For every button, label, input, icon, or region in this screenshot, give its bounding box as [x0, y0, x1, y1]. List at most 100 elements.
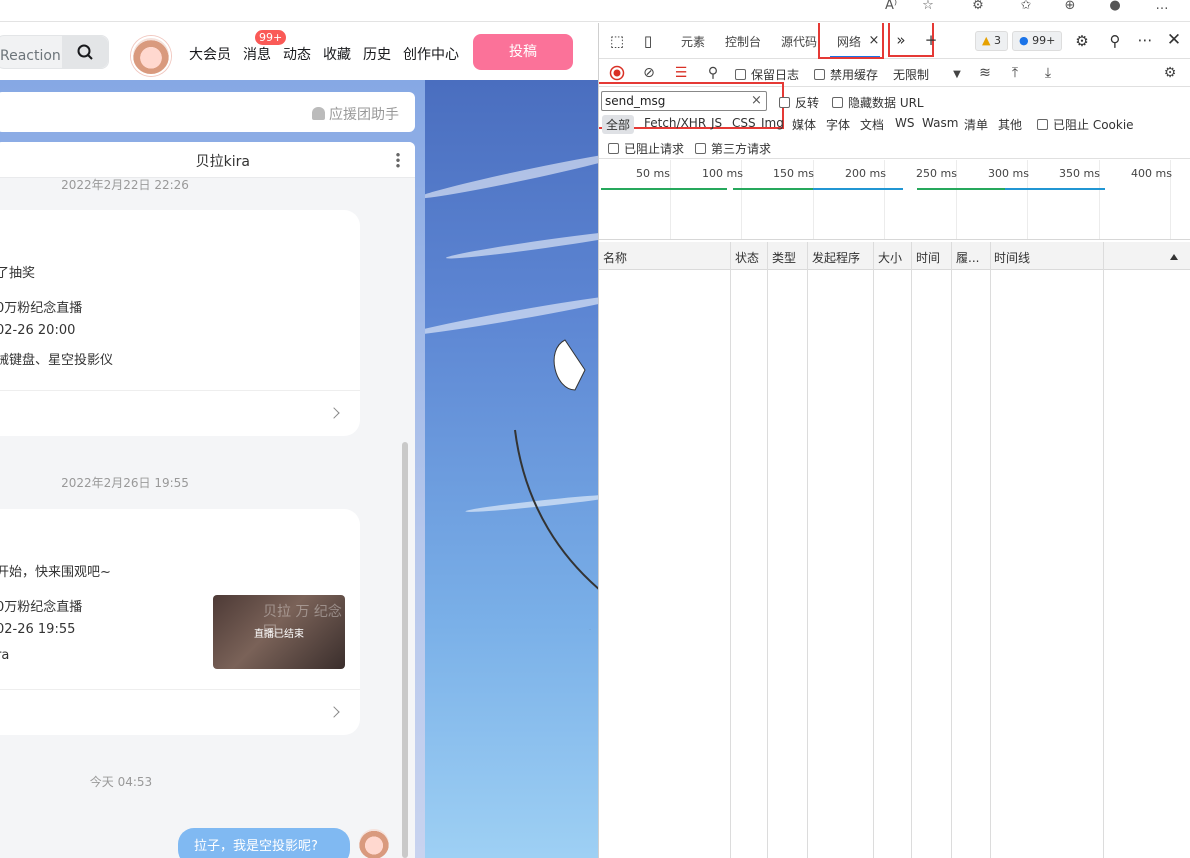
- nav-messages[interactable]: 消息: [243, 44, 271, 64]
- add-favorite-icon[interactable]: ☆: [917, 0, 939, 14]
- type-filter-ws[interactable]: WS: [895, 116, 914, 130]
- checkbox-label: 禁用缓存: [830, 68, 879, 82]
- column-time[interactable]: 时间: [916, 249, 940, 266]
- nav-creator-center[interactable]: 创作中心: [403, 44, 459, 64]
- timeline-bar: [601, 188, 727, 190]
- tab-console[interactable]: 控制台: [725, 33, 761, 50]
- chevron-right-icon[interactable]: [328, 706, 340, 718]
- network-settings-icon[interactable]: ⚙: [1161, 65, 1179, 81]
- my-avatar[interactable]: [359, 829, 389, 858]
- checkbox-box: [779, 97, 790, 108]
- message-card: 了抽奖 0万粉纪念直播 02-26 20:00 械键盘、星空投影仪: [0, 210, 360, 436]
- card-line: 械键盘、星空投影仪: [0, 353, 114, 368]
- column-type[interactable]: 类型: [772, 249, 796, 266]
- more-icon[interactable]: …: [1151, 0, 1173, 14]
- type-filter-other[interactable]: 其他: [998, 116, 1022, 133]
- checkbox-label: 反转: [795, 96, 820, 110]
- request-table-header: 名称 状态 类型 发起程序 大小 时间 履... 时间线: [599, 242, 1190, 270]
- warning-icon: ▲: [982, 34, 991, 47]
- favorites-icon[interactable]: ✩: [1015, 0, 1037, 14]
- timeline-label: 50 ms: [636, 167, 670, 180]
- profile-icon[interactable]: ●: [1104, 0, 1126, 14]
- nav-favorites[interactable]: 收藏: [323, 44, 351, 64]
- dropdown-arrow-icon[interactable]: ▼: [948, 67, 966, 83]
- disable-cache-checkbox[interactable]: 禁用缓存: [814, 66, 878, 83]
- live-thumbnail[interactable]: 贝拉 万 纪念回 直播已结束: [213, 595, 345, 669]
- download-icon[interactable]: ⤓: [1039, 65, 1057, 81]
- column-fulfilled[interactable]: 履...: [956, 249, 979, 266]
- type-filter-media[interactable]: 媒体: [792, 116, 816, 133]
- invert-checkbox[interactable]: 反转: [779, 94, 819, 111]
- thumbnail-label: 直播已结束: [254, 629, 304, 640]
- type-filter-css[interactable]: CSS: [732, 116, 756, 130]
- card-line: 0万粉纪念直播: [0, 600, 83, 615]
- extensions-icon[interactable]: ⚙: [967, 0, 989, 14]
- third-party-checkbox[interactable]: 第三方请求: [695, 140, 771, 157]
- browser-toolbar: A⁾ ☆ ⚙ ✩ ⊕ ● …: [0, 0, 1190, 22]
- add-tab-icon[interactable]: +: [921, 32, 941, 48]
- inspect-element-icon[interactable]: ⬚: [608, 33, 626, 49]
- customize-icon[interactable]: ⚲: [1106, 33, 1124, 49]
- filter-icon[interactable]: ☰: [672, 65, 690, 81]
- sort-ascending-icon[interactable]: [1170, 254, 1178, 260]
- preserve-log-checkbox[interactable]: 保留日志: [735, 66, 799, 83]
- type-filter-doc[interactable]: 文档: [860, 116, 884, 133]
- blocked-requests-checkbox[interactable]: 已阻止请求: [608, 140, 684, 157]
- type-filter-img[interactable]: Img: [761, 116, 784, 130]
- type-filter-wasm[interactable]: Wasm: [922, 116, 958, 130]
- device-emulation-icon[interactable]: ▯: [639, 33, 657, 49]
- filter-bar: send_msg × 反转 隐藏数据 URL 全部 Fetch/XHR JS C…: [599, 82, 1190, 159]
- type-filter-js[interactable]: JS: [711, 116, 722, 130]
- search-icon: [77, 44, 93, 60]
- tab-elements[interactable]: 元素: [681, 33, 705, 50]
- divider: [0, 689, 360, 690]
- type-filter-fetch-xhr[interactable]: Fetch/XHR: [644, 116, 706, 130]
- message-timestamp: 2022年2月22日 22:26: [61, 178, 189, 192]
- type-filter-font[interactable]: 字体: [826, 116, 850, 133]
- throttle-select[interactable]: 无限制: [893, 66, 929, 83]
- read-aloud-icon[interactable]: A⁾: [880, 0, 902, 14]
- more-options-icon[interactable]: [396, 152, 400, 168]
- more-options-icon[interactable]: ⋯: [1136, 32, 1154, 48]
- assistant-label: 应援团助手: [312, 104, 399, 124]
- messages-badge[interactable]: ● 99+: [1012, 31, 1063, 51]
- checkbox-box: [1037, 119, 1048, 130]
- nav-vip[interactable]: 大会员: [189, 44, 231, 64]
- search-button[interactable]: [62, 36, 108, 68]
- column-initiator[interactable]: 发起程序: [812, 249, 860, 266]
- overview-timeline[interactable]: 50 ms 100 ms 150 ms 200 ms 250 ms 300 ms…: [599, 160, 1190, 240]
- nav-dynamics[interactable]: 动态: [283, 44, 311, 64]
- type-filter-all[interactable]: 全部: [602, 115, 635, 134]
- request-table: 名称 状态 类型 发起程序 大小 时间 履... 时间线: [599, 242, 1190, 858]
- chat-scrollbar[interactable]: [402, 442, 408, 858]
- column-name[interactable]: 名称: [603, 249, 627, 266]
- close-devtools-icon[interactable]: ✕: [1165, 32, 1183, 49]
- user-avatar[interactable]: [131, 36, 171, 76]
- timeline-label: 100 ms: [702, 167, 743, 180]
- post-button[interactable]: 投稿: [473, 34, 573, 70]
- collections-icon[interactable]: ⊕: [1059, 0, 1081, 14]
- card-line: 02-26 20:00: [0, 323, 76, 338]
- blocked-cookies-checkbox[interactable]: 已阻止 Cookie: [1037, 116, 1134, 133]
- settings-icon[interactable]: ⚙: [1073, 33, 1091, 49]
- message-count-badge: 99+: [255, 30, 287, 45]
- network-conditions-icon[interactable]: ≋: [976, 65, 994, 81]
- search-icon[interactable]: ⚲: [704, 65, 722, 81]
- chat-title: 贝拉kira: [195, 154, 250, 170]
- column-waterfall[interactable]: 时间线: [994, 249, 1030, 266]
- upload-icon[interactable]: ⤒: [1006, 65, 1024, 81]
- type-filter-manifest[interactable]: 清单: [964, 116, 988, 133]
- column-size[interactable]: 大小: [878, 249, 902, 266]
- chevron-right-icon[interactable]: [328, 407, 340, 419]
- column-status[interactable]: 状态: [735, 249, 759, 266]
- timeline-bar: [917, 188, 1009, 190]
- nav-history[interactable]: 历史: [363, 44, 391, 64]
- hide-data-urls-checkbox[interactable]: 隐藏数据 URL: [832, 94, 924, 111]
- webpage: Reaction看 大会员 消息 99+ 动态 收藏 历史 创作中心 投稿 应援…: [0, 23, 598, 858]
- tab-sources[interactable]: 源代码: [781, 33, 817, 50]
- clear-icon[interactable]: ⊘: [640, 65, 658, 81]
- checkbox-label: 第三方请求: [711, 142, 772, 156]
- warnings-badge[interactable]: ▲ 3: [975, 31, 1008, 51]
- search-input[interactable]: Reaction看: [0, 35, 109, 69]
- assistant-bar[interactable]: 应援团助手: [0, 92, 415, 132]
